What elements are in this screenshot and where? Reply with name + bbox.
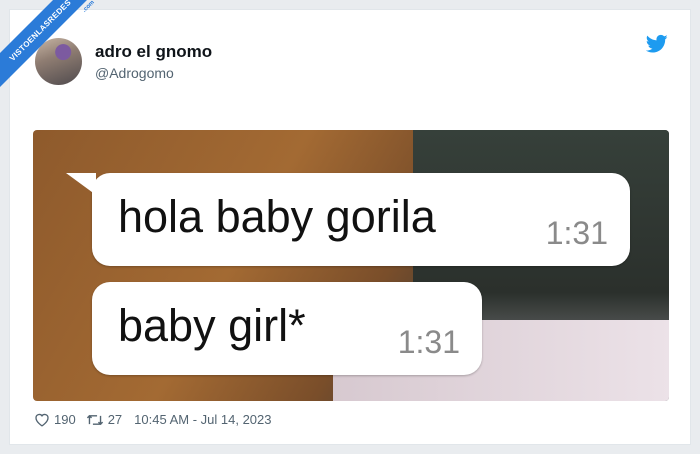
twitter-bird-icon[interactable]: [646, 34, 668, 54]
retweet-count: 27: [107, 412, 123, 427]
tweet-stats: 190 27 10:45 AM - Jul 14, 2023: [34, 412, 271, 427]
like-count: 190: [54, 412, 76, 427]
author-name[interactable]: adro el gnomo: [95, 42, 212, 62]
like-stat[interactable]: 190: [34, 412, 76, 427]
tweet-timestamp[interactable]: 10:45 AM - Jul 14, 2023: [134, 412, 271, 427]
tweet-photo[interactable]: hola baby gorila 1:31 baby girl* 1:31: [33, 130, 669, 401]
avatar[interactable]: [35, 38, 82, 85]
heart-icon: [35, 413, 49, 427]
retweet-stat[interactable]: 27: [86, 412, 122, 427]
chat-bubble-2: baby girl* 1:31: [92, 282, 482, 375]
message-time: 1:31: [545, 215, 608, 251]
chat-bubble-1: hola baby gorila 1:31: [66, 173, 630, 266]
message-text: baby girl*: [118, 300, 306, 351]
author-handle[interactable]: @Adrogomo: [95, 65, 174, 81]
tweet-card: adro el gnomo @Adrogomo hola baby gorila…: [9, 9, 691, 445]
message-time: 1:31: [397, 324, 460, 360]
message-text: hola baby gorila: [118, 191, 436, 242]
retweet-icon: [86, 414, 103, 425]
